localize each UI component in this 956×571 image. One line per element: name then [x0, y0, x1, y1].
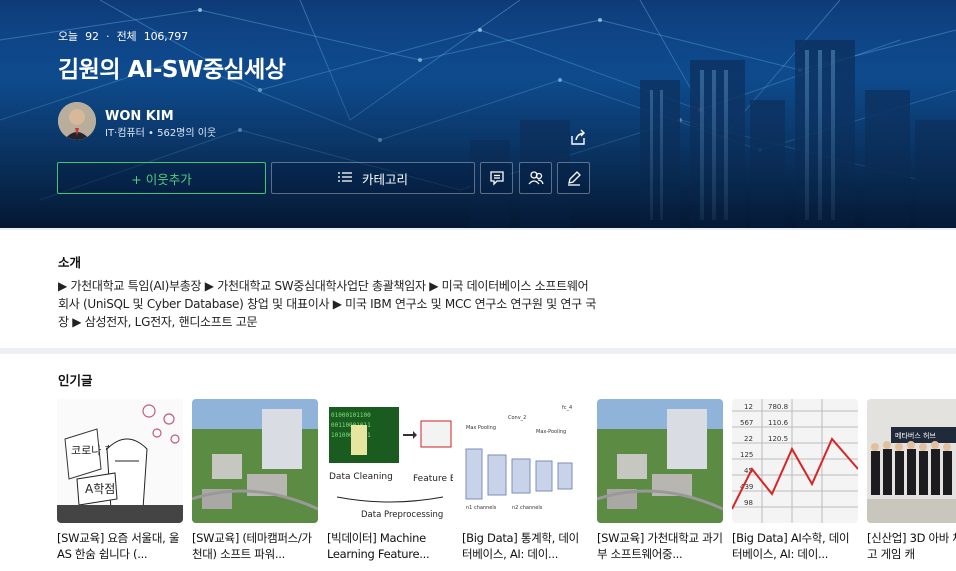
- svg-text:fc_4: fc_4: [562, 405, 572, 411]
- blog-header: 오늘 92 · 전체 106,797 김원의 AI-SW중심세상 WON KIM…: [0, 0, 956, 228]
- svg-text:01000101100: 01000101100: [331, 412, 371, 419]
- post-thumbnail: 코로나 학점 A학점: [57, 399, 183, 523]
- svg-text:Conv_2: Conv_2: [508, 415, 526, 421]
- total-count: 106,797: [143, 30, 188, 43]
- thumb-text: 780.8: [768, 403, 788, 411]
- category-button[interactable]: 카테고리: [271, 162, 475, 194]
- visitor-stats: 오늘 92 · 전체 106,797: [58, 28, 192, 44]
- intro-section: 소개 ▶ 가천대학교 특임(AI)부총장 ▶ 가천대학교 SW중심대학사업단 총…: [0, 230, 956, 348]
- profile-name[interactable]: WON KIM: [105, 109, 174, 124]
- write-button[interactable]: [557, 162, 590, 194]
- svg-text:110.6: 110.6: [768, 419, 789, 427]
- post-card[interactable]: 코로나 학점 A학점 [SW교육] 요즘 서울대, 울AS 한숨 쉽니다 (..…: [57, 399, 183, 562]
- post-title: [SW교육] 요즘 서울대, 울AS 한숨 쉽니다 (...: [57, 531, 180, 561]
- post-thumbnail: 메타버스 허브: [867, 399, 956, 523]
- profile-meta: IT·컴퓨터 • 562명의 이웃: [105, 128, 217, 139]
- svg-text:12: 12: [744, 403, 753, 411]
- svg-text:98: 98: [744, 499, 753, 507]
- post-card[interactable]: 메타버스 허브 [신산업] 3D 아바 채팅하고 게임 캐: [867, 399, 956, 562]
- guestbook-button[interactable]: [480, 162, 513, 194]
- message-icon: [489, 171, 504, 186]
- post-title: [SW교육] (테마캠퍼스/가천대) 소프트 파워...: [192, 531, 312, 561]
- add-neighbor-label: + 이웃추가: [131, 171, 192, 187]
- total-label: 전체: [116, 30, 137, 43]
- neighbors-button[interactable]: [519, 162, 552, 194]
- svg-text:n2 channels: n2 channels: [512, 505, 543, 511]
- post-card[interactable]: [SW교육] 가천대학교 과기부 소프트웨어중...: [597, 399, 723, 562]
- people-icon: [528, 171, 544, 185]
- avatar[interactable]: [58, 102, 96, 140]
- edit-icon: [567, 171, 581, 186]
- today-label: 오늘: [58, 30, 78, 43]
- post-thumbnail: [597, 399, 723, 523]
- post-card[interactable]: 12 567 22 125 45 439 98 780.8 110.6 120.5 [Big …: [732, 399, 858, 562]
- thumb-text: 메타버스 허브: [895, 431, 936, 440]
- post-thumbnail: [192, 399, 318, 523]
- thumb-text: Data Preprocessing: [361, 510, 443, 520]
- add-neighbor-button[interactable]: + 이웃추가: [57, 162, 266, 194]
- svg-text:n1 channels: n1 channels: [466, 505, 497, 511]
- today-count: 92: [85, 30, 99, 43]
- category-label: 카테고리: [361, 171, 408, 187]
- svg-text:Data Cleaning: Data Cleaning: [329, 472, 393, 482]
- post-card[interactable]: 01000101100 00110001011 10100011101 Data C…: [327, 399, 453, 562]
- svg-text:A학점: A학점: [85, 482, 115, 496]
- svg-text:125: 125: [740, 451, 753, 459]
- share-icon[interactable]: [568, 128, 588, 148]
- post-title: [Big Data] 통계학, 데이터베이스, AI: 데이...: [462, 531, 579, 561]
- post-title: [신산업] 3D 아바 채팅하고 게임 캐: [867, 531, 956, 561]
- post-thumbnail: 01000101100 00110001011 10100011101 Data C…: [327, 399, 453, 523]
- post-title: [빅데이터] Machine Learning Feature...: [327, 531, 430, 561]
- intro-heading: 소개: [58, 255, 82, 270]
- stats-separator: ·: [106, 30, 110, 43]
- post-card[interactable]: [SW교육] (테마캠퍼스/가천대) 소프트 파워...: [192, 399, 318, 562]
- post-card[interactable]: Max Pooling Conv_2 Max-Pooling fc_4 n1 cha…: [462, 399, 588, 562]
- thumb-text: Max Pooling: [466, 425, 496, 431]
- post-title: [SW교육] 가천대학교 과기부 소프트웨어중...: [597, 531, 723, 561]
- popular-heading: 인기글: [58, 373, 93, 388]
- blog-title[interactable]: 김원의 AI-SW중심세상: [58, 50, 286, 84]
- post-title: [Big Data] AI수학, 데이터베이스, AI: 데이...: [732, 531, 850, 561]
- svg-text:22: 22: [744, 435, 753, 443]
- svg-text:Max-Pooling: Max-Pooling: [536, 429, 566, 435]
- svg-text:Feature E: Feature E: [413, 474, 453, 484]
- svg-text:567: 567: [740, 419, 753, 427]
- post-thumbnail: 12 567 22 125 45 439 98 780.8 110.6 120.5: [732, 399, 858, 523]
- intro-text: ▶ 가천대학교 특임(AI)부총장 ▶ 가천대학교 SW중심대학사업단 총괄책임…: [58, 279, 597, 329]
- svg-text:120.5: 120.5: [768, 435, 788, 443]
- popular-section: 인기글 코로나 학점 A학점 [SW교육] 요즘 서울대, 울AS 한숨 쉽니다…: [0, 354, 956, 571]
- list-icon: [337, 171, 352, 186]
- post-thumbnail: Max Pooling Conv_2 Max-Pooling fc_4 n1 cha…: [462, 399, 588, 523]
